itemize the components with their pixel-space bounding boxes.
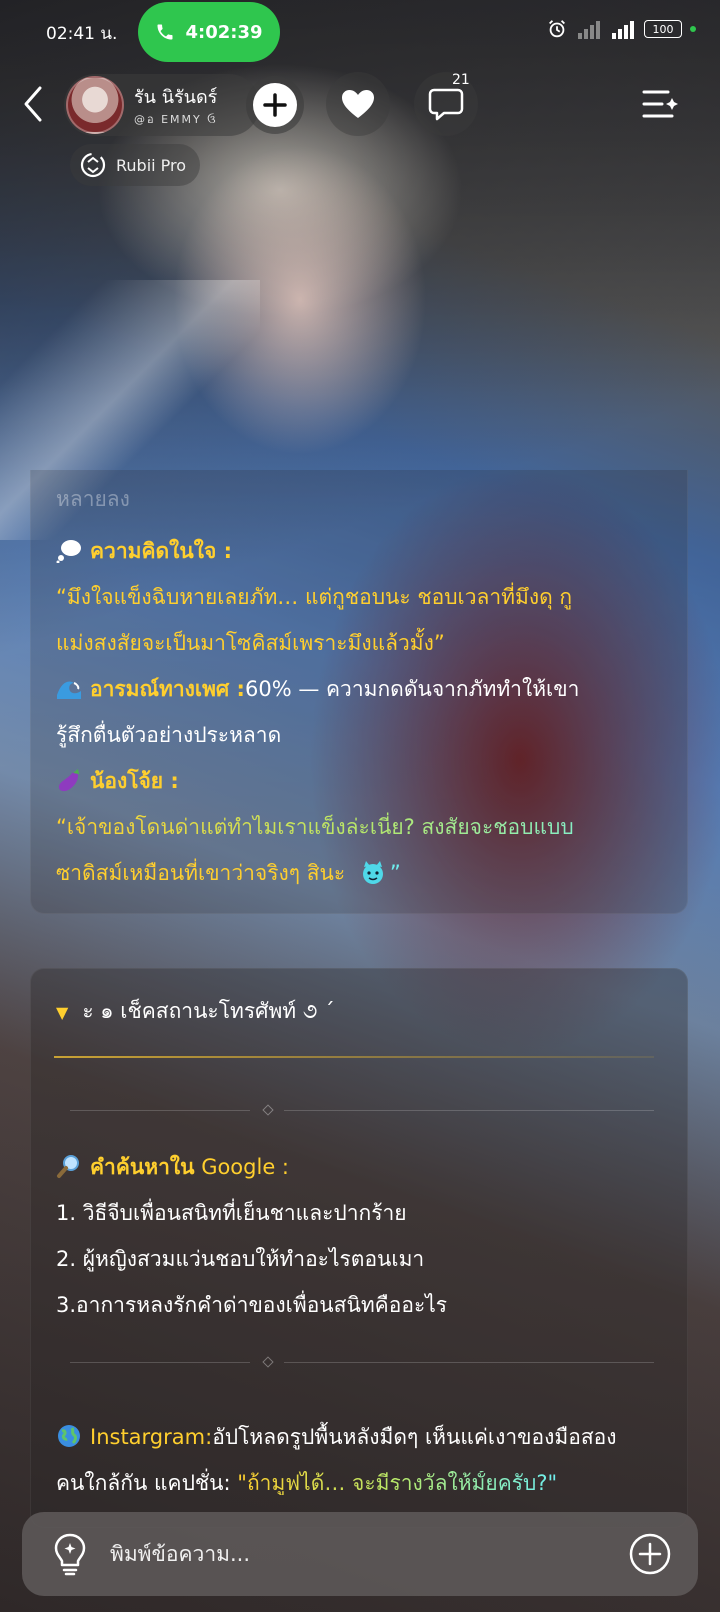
faded-text: หลายลง bbox=[56, 487, 130, 511]
collapse-triangle-icon[interactable]: ▼ bbox=[56, 1003, 68, 1022]
status-icons: 100 bbox=[546, 18, 696, 40]
eggplant-line-1: “เจ้าของโดนด่าแต่ทำไมเราแข็งล่ะเนี่ย? สง… bbox=[56, 804, 676, 850]
avatar[interactable] bbox=[66, 76, 124, 134]
instagram-label: Instargram: bbox=[90, 1425, 213, 1449]
like-button[interactable] bbox=[326, 72, 390, 136]
section-title: ะ ๑ เช็คสถานะโทรศัพท์ ૭ ˊ bbox=[82, 999, 335, 1023]
eggplant-line-end: ” bbox=[389, 861, 401, 885]
google-title: คำค้นหาใน bbox=[90, 1155, 195, 1179]
heart-icon bbox=[342, 90, 374, 118]
thought-line-1: “มึงใจแข็งฉิบหายเลยภัท… แต่กูชอบนะ ชอบเว… bbox=[56, 585, 573, 609]
eggplant-icon bbox=[58, 769, 79, 792]
back-button[interactable] bbox=[16, 84, 52, 124]
ornament-line-left-2 bbox=[70, 1362, 250, 1363]
profile-name: รัน นิรันดร์ bbox=[134, 87, 218, 108]
thought-heading: ความคิดในใจ : bbox=[56, 528, 676, 574]
search-item-2: 2. ผู้หญิงสวมแว่นชอบให้ทำอะไรตอนเมา bbox=[56, 1247, 425, 1271]
menu-sparkle-button[interactable] bbox=[640, 84, 680, 124]
ongoing-call-pill[interactable]: 4:02:39 bbox=[138, 2, 280, 62]
follow-add-button[interactable] bbox=[246, 76, 304, 134]
phone-icon bbox=[157, 24, 173, 40]
call-duration: 4:02:39 bbox=[185, 21, 263, 43]
arousal-title: อารมณ์ทางเพศ : bbox=[90, 677, 245, 701]
search-item-3: 3.อาการหลงรักคำด่าของเพื่อนสนิทคืออะไร bbox=[56, 1293, 448, 1317]
globe-icon bbox=[58, 1425, 80, 1447]
comment-bubble-icon bbox=[428, 88, 464, 121]
comment-count: 21 bbox=[452, 72, 470, 88]
google-word: Google : bbox=[201, 1155, 289, 1179]
ornament-line-right-2 bbox=[284, 1362, 654, 1363]
thought-line-2: แม่งสงสัยจะเป็นมาโซคิสม์เพราะมึงแล้วมั้ง… bbox=[56, 631, 445, 655]
privacy-dot bbox=[690, 26, 696, 32]
battery-icon: 100 bbox=[644, 20, 682, 38]
alarm-icon bbox=[549, 20, 565, 38]
model-refresh-icon bbox=[80, 152, 106, 178]
model-label: Rubii Pro bbox=[116, 155, 187, 175]
arousal-value: 60% — ความกดดันจากภัททำให้เขา bbox=[244, 677, 580, 701]
profile-chip[interactable]: รัน นิรันดร์ @อ EMMY ઉ bbox=[64, 74, 260, 136]
google-heading: คำค้นหาใน Google : bbox=[56, 1144, 676, 1190]
message-composer bbox=[22, 1512, 698, 1596]
eggplant-heading: น้องโจ้ย : bbox=[56, 758, 676, 804]
ornament-line-left bbox=[70, 1110, 250, 1111]
eggplant-line-2-row: ซาดิสม์เหมือนที่เขาว่าจริงๆ สินะ ” bbox=[56, 850, 676, 896]
signal-sim1-icon bbox=[578, 21, 600, 39]
eggplant-line-2: ซาดิสม์เหมือนที่เขาว่าจริงๆ สินะ bbox=[56, 861, 346, 885]
lightbulb-button[interactable] bbox=[50, 1532, 90, 1576]
wave-icon bbox=[57, 681, 81, 699]
attach-plus-button[interactable] bbox=[628, 1532, 672, 1576]
instagram-text-1: อัปโหลดรูปพื้นหลังมืดๆ เห็นแค่เงาของมือส… bbox=[212, 1425, 617, 1449]
battery-level: 100 bbox=[652, 22, 674, 36]
plus-icon bbox=[263, 93, 287, 117]
section-divider bbox=[54, 1056, 654, 1058]
status-bar: 02:41 น. 4:02:39 100 bbox=[0, 0, 720, 64]
phone-status-header[interactable]: ▼ ะ ๑ เช็คสถานะโทรศัพท์ ૭ ˊ bbox=[56, 988, 676, 1036]
message-input[interactable] bbox=[110, 1532, 610, 1576]
instagram-text-2: คนใกล้กัน แคปชั่น: bbox=[56, 1471, 231, 1495]
model-selector[interactable]: Rubii Pro bbox=[70, 144, 200, 186]
status-time: 02:41 น. bbox=[46, 24, 118, 44]
arousal-line: อารมณ์ทางเพศ :60% — ความกดดันจากภัททำให้… bbox=[56, 666, 676, 712]
instagram-caption: "ถ้ามูฟได้… จะมีรางวัลให้มั้ยครับ?" bbox=[237, 1471, 558, 1495]
arousal-line-2: รู้สึกตื่นตัวอย่างประหลาด bbox=[56, 723, 282, 747]
search-item-1: 1. วิธีจีบเพื่อนสนิทที่เย็นชาและปากร้าย bbox=[56, 1201, 407, 1225]
signal-lte-icon bbox=[612, 21, 634, 39]
thought-title: ความคิดในใจ : bbox=[90, 539, 233, 563]
profile-handle: @อ EMMY ઉ bbox=[134, 113, 218, 126]
eggplant-title: น้องโจ้ย : bbox=[90, 769, 179, 793]
magnifier-icon bbox=[57, 1155, 79, 1178]
instagram-line-1: Instargram:อัปโหลดรูปพื้นหลังมืดๆ เห็นแค… bbox=[56, 1414, 676, 1460]
instagram-line-2: คนใกล้กัน แคปชั่น: "ถ้ามูฟได้… จะมีรางวั… bbox=[56, 1460, 676, 1506]
ornament-line-right bbox=[284, 1110, 654, 1111]
devil-face-icon bbox=[362, 861, 383, 884]
thought-bubble-icon bbox=[56, 540, 81, 563]
